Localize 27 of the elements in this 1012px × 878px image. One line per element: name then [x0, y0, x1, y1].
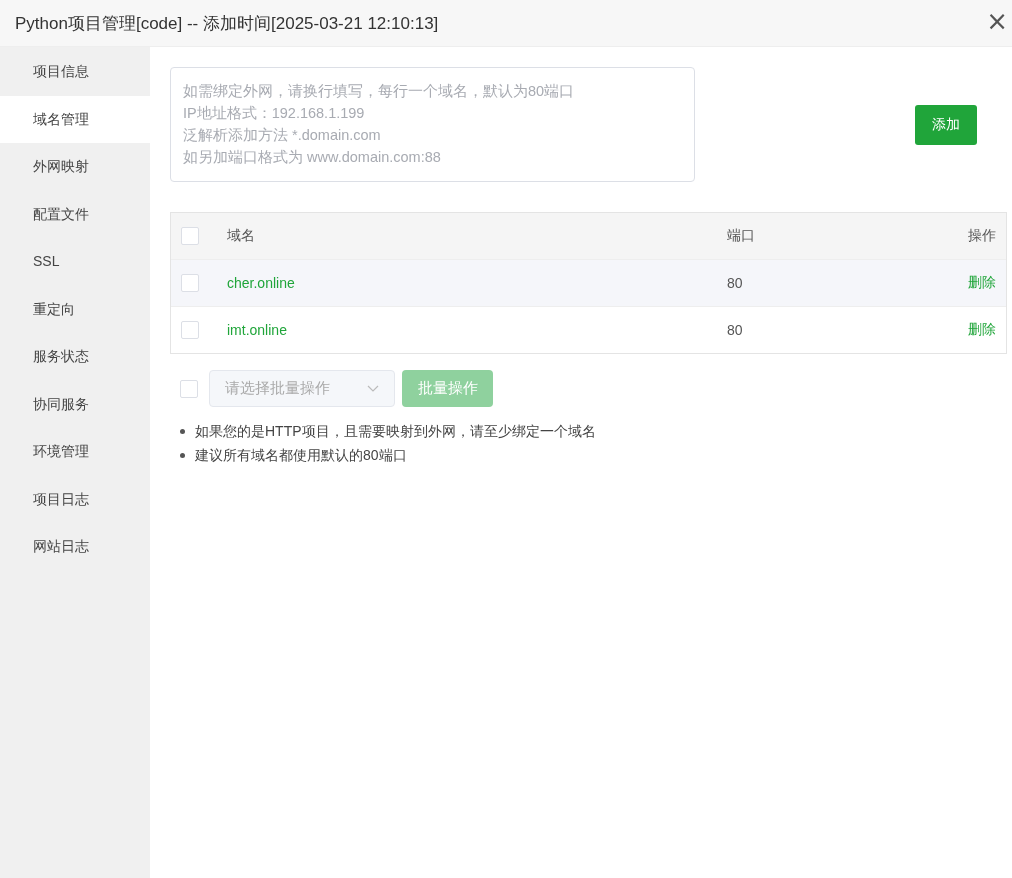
sidebar-item[interactable]: 配置文件	[0, 190, 150, 238]
column-header: 操作	[967, 227, 997, 245]
sidebar-item[interactable]: 服务状态	[0, 333, 150, 381]
domain-input-field[interactable]: 如需绑定外网，请换行填写，每行一个域名，默认为80端口 IP地址格式：192.168.1.199 泛解析添加方法 *.domain.com 如另加端口格式为 www.domain.com:88	[170, 67, 695, 182]
table-cell-text: 80	[727, 322, 744, 338]
sidebar-item[interactable]: 重定向	[0, 285, 150, 333]
close-button[interactable]: ×	[982, 8, 1012, 38]
sidebar-item[interactable]: 域名管理	[0, 95, 150, 143]
sidebar-item[interactable]: 项目信息	[0, 48, 150, 96]
sidebar-item[interactable]: 协同服务	[0, 380, 150, 428]
sidebar-item[interactable]: 环境管理	[0, 428, 150, 476]
row-checkbox[interactable]	[181, 321, 199, 339]
row-checkbox[interactable]	[181, 274, 199, 292]
caret-icon	[367, 384, 379, 393]
column-header: 端口	[727, 227, 756, 245]
note-text: 如果您的是HTTP项目，且需要映射到外网，请至少绑定一个域名	[195, 422, 596, 441]
select-all-checkbox[interactable]	[181, 227, 199, 245]
sidebar-item[interactable]: 项目日志	[0, 475, 150, 523]
sidebar-item[interactable]: SSL	[0, 238, 150, 286]
table-cell-text: 80	[727, 275, 744, 291]
note-text: 建议所有域名都使用默认的80端口	[195, 446, 407, 465]
column-header: 域名	[227, 227, 256, 245]
bullet-icon	[180, 428, 185, 434]
window-title: Python项目管理[code] -- 添加时间[2025-03-21 12:10:13]	[15, 12, 439, 35]
sidebar-item[interactable]: 外网映射	[0, 143, 150, 191]
bullet-icon	[180, 452, 185, 458]
sidebar-item[interactable]: 网站日志	[0, 523, 150, 571]
